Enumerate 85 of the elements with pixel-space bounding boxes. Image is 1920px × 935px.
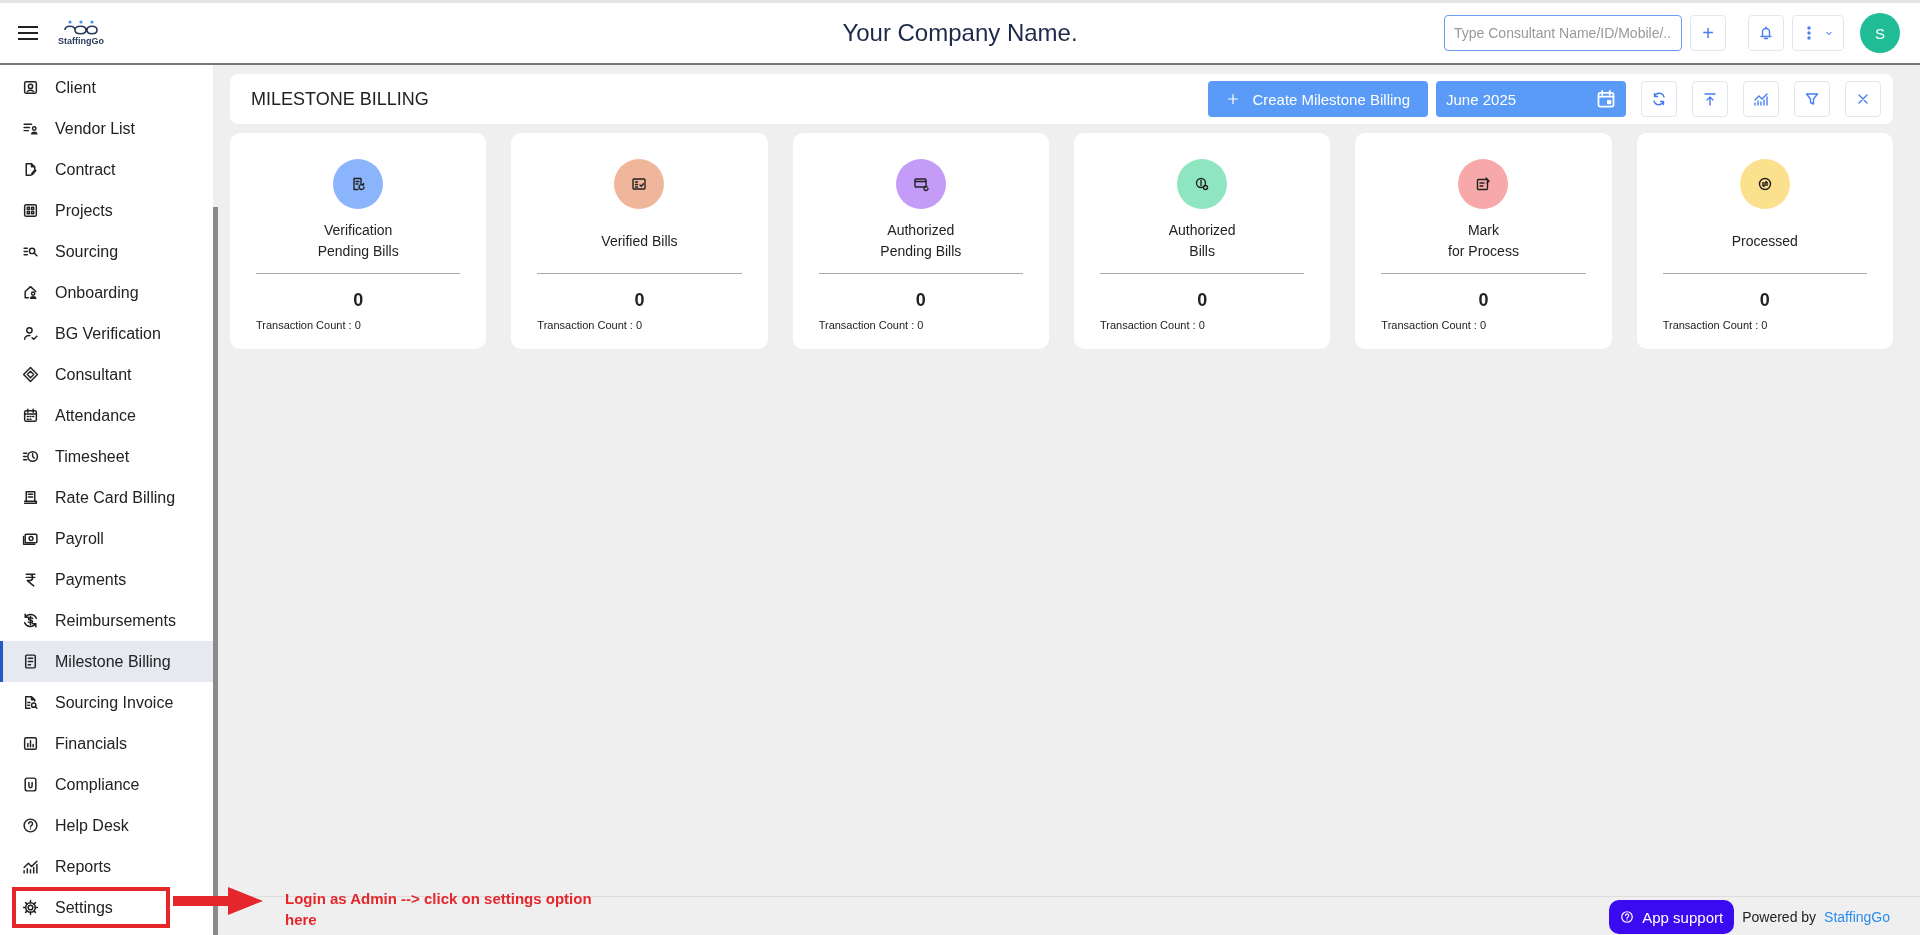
chart-button[interactable]: [1743, 81, 1779, 117]
add-button[interactable]: +: [1690, 15, 1726, 51]
card-title: Authorized Pending Bills: [880, 221, 962, 261]
app-support-button[interactable]: App support: [1609, 900, 1735, 934]
sidebar-item[interactable]: Consultant: [0, 354, 213, 395]
sidebar-item[interactable]: BG Verification: [0, 313, 213, 354]
annotation-text: Login as Admin --> click on settings option here: [285, 889, 593, 930]
sidebar-item[interactable]: Projects: [0, 190, 213, 231]
powered-by-text: Powered by: [1742, 909, 1817, 925]
more-options-button[interactable]: [1792, 15, 1844, 51]
filter-button[interactable]: [1794, 81, 1830, 117]
help-icon: [1620, 910, 1635, 924]
clock-lines-icon: [22, 448, 39, 465]
transaction-count: Transaction Count : 0: [1662, 319, 1768, 331]
checklist-icon: [631, 176, 648, 192]
card-title: Mark for Process: [1448, 221, 1519, 261]
card-title: Processed: [1731, 231, 1798, 251]
sidebar-item[interactable]: Help Desk: [0, 805, 213, 846]
calendar-icon: [1596, 89, 1616, 109]
dollar-cycle-icon: [22, 612, 39, 629]
card-title: Verified Bills: [601, 231, 678, 251]
bar-chart-icon: [22, 735, 39, 752]
sidebar-item[interactable]: Financials: [0, 723, 213, 764]
receipt-refresh-icon: [350, 176, 367, 192]
grid-icon: [22, 202, 39, 219]
sidebar-item[interactable]: Milestone Billing: [0, 641, 213, 682]
sidebar-item[interactable]: Payments: [0, 559, 213, 600]
sidebar-item[interactable]: Vendor List: [0, 108, 213, 149]
close-button[interactable]: [1845, 81, 1881, 117]
coin-arrows-icon: [1756, 176, 1773, 192]
card-count: 0: [1197, 290, 1208, 311]
card-count: 0: [353, 290, 364, 311]
calendar-icon: [22, 407, 39, 424]
transaction-count: Transaction Count : 0: [1381, 319, 1487, 331]
card-title: Verification Pending Bills: [317, 221, 399, 261]
sidebar-item[interactable]: Payroll: [0, 518, 213, 559]
sidebar-item[interactable]: Sourcing: [0, 231, 213, 272]
card-count: 0: [634, 290, 645, 311]
gear-icon: [22, 899, 39, 916]
trend-chart-icon: [22, 858, 39, 875]
transaction-count: Transaction Count : 0: [1100, 319, 1205, 331]
card-count: 0: [915, 290, 926, 311]
upload-button[interactable]: [1692, 81, 1728, 117]
clip-document-icon: [22, 776, 39, 793]
sidebar-item[interactable]: Rate Card Billing: [0, 477, 213, 518]
logo-text: StaffingGo: [58, 36, 104, 46]
house-user-icon: [22, 284, 39, 301]
sidebar-item[interactable]: Compliance: [0, 764, 213, 805]
sidebar-item[interactable]: Reports: [0, 846, 213, 887]
filter-icon: [1804, 91, 1820, 107]
bell-icon: [1758, 25, 1774, 41]
transaction-count: Transaction Count : 0: [537, 319, 643, 331]
sidebar-item[interactable]: Client: [0, 67, 213, 108]
sidebar-item[interactable]: Contract: [0, 149, 213, 190]
help-icon: [22, 817, 39, 834]
user-card-icon: [22, 79, 39, 96]
transaction-count: Transaction Count : 0: [256, 319, 361, 331]
sidebar-item[interactable]: Reimbursements: [0, 600, 213, 641]
card-count: 0: [1478, 290, 1489, 311]
page-title: MILESTONE BILLING: [251, 88, 429, 110]
notifications-button[interactable]: [1748, 15, 1784, 51]
upload-icon: [1702, 91, 1718, 107]
document-edit-icon: [1475, 176, 1492, 192]
plus-icon: [1226, 92, 1241, 106]
document-search-icon: [22, 694, 39, 711]
card-refresh-icon: [912, 176, 929, 192]
card-title: Authorized Bills: [1168, 221, 1236, 261]
company-title: Your Company Name.: [842, 19, 1078, 46]
user-check-icon: [22, 325, 39, 342]
refresh-icon: [1651, 91, 1667, 107]
trend-chart-icon: [1753, 91, 1769, 107]
card-count: 0: [1759, 290, 1770, 311]
transaction-count: Transaction Count : 0: [818, 319, 924, 331]
bill-icon: [22, 653, 39, 670]
menu-icon[interactable]: [18, 26, 38, 40]
sidebar-item[interactable]: Timesheet: [0, 436, 213, 477]
refresh-button[interactable]: [1641, 81, 1677, 117]
sidebar-item[interactable]: Settings: [12, 887, 170, 928]
sidebar-item[interactable]: Attendance: [0, 395, 213, 436]
sidebar-item[interactable]: Onboarding: [0, 272, 213, 313]
logo-icon: [63, 20, 99, 36]
consultant-search-field[interactable]: Type Consultant Name/ID/Mobile/...: [1444, 15, 1682, 51]
scrollbar[interactable]: [213, 207, 218, 935]
receipt-icon: [22, 489, 39, 506]
sidebar-item[interactable]: Sourcing Invoice: [0, 682, 213, 723]
